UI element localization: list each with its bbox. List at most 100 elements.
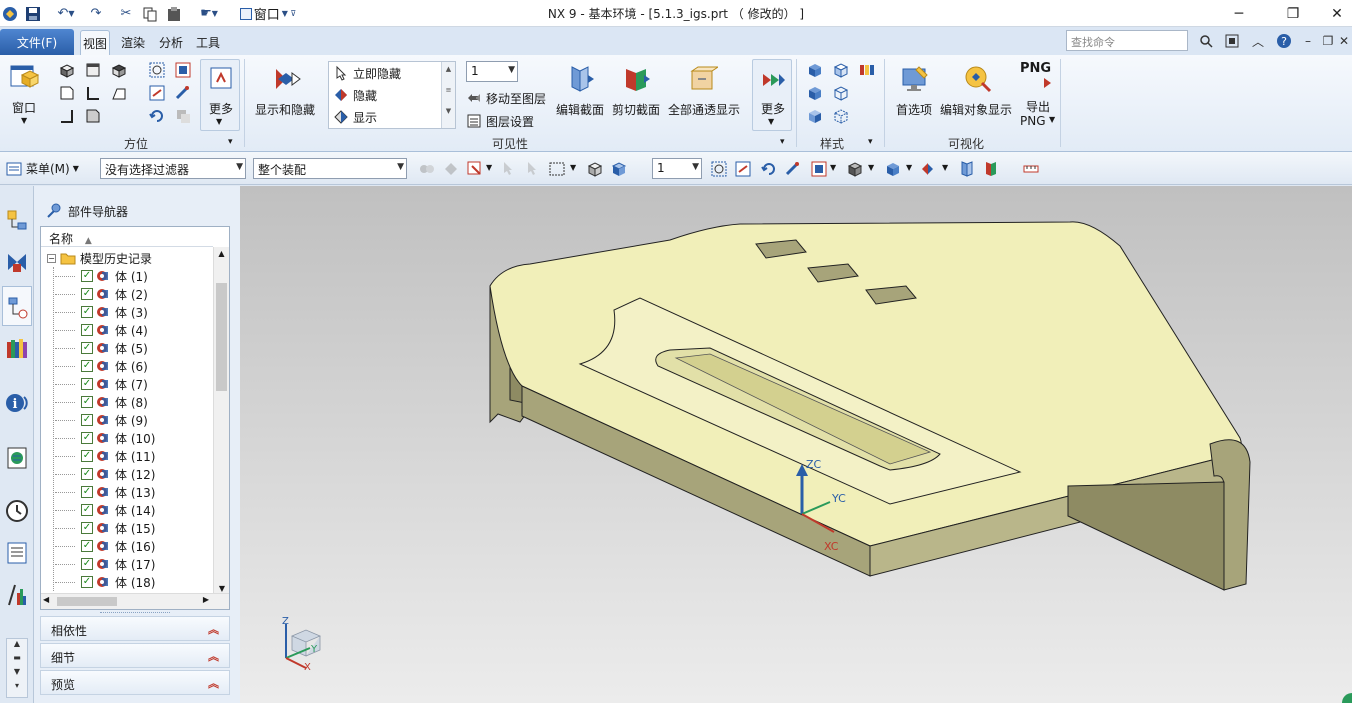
edit-section-button[interactable]: 编辑截面 (554, 59, 606, 119)
move-to-layer-button[interactable]: 移动至图层 (466, 88, 556, 108)
fullscreen-icon[interactable] (1222, 31, 1242, 51)
close-button[interactable]: ✕ (1314, 0, 1352, 27)
snap-icon[interactable] (442, 160, 460, 178)
visibility-checkbox[interactable] (81, 270, 93, 282)
graphics-window[interactable]: ZC YC XC Z Y X (240, 186, 1352, 703)
clip-section-toolbar-icon[interactable] (982, 160, 1000, 178)
tab-view[interactable]: 视图 (80, 30, 110, 55)
tab-render[interactable]: 渲染 (117, 30, 149, 55)
process-studio-icon[interactable] (5, 541, 29, 565)
group-launcher-icon[interactable]: ▾ (228, 137, 233, 147)
tree-body-row[interactable]: 体 (17) (55, 555, 155, 573)
fit-icon[interactable] (148, 61, 166, 79)
visibility-checkbox[interactable] (81, 306, 93, 318)
pick-list-icon[interactable] (524, 160, 542, 178)
render-style-icon[interactable] (846, 160, 864, 178)
shaded-style-icon[interactable] (884, 160, 902, 178)
shaded-icon[interactable] (832, 61, 850, 79)
general-selection-icon[interactable] (418, 160, 436, 178)
fit-view-icon[interactable] (710, 160, 728, 178)
visibility-checkbox[interactable] (81, 288, 93, 300)
face-analysis-icon[interactable] (858, 61, 876, 79)
edit-section-toolbar-icon[interactable] (958, 160, 976, 178)
tree-body-row[interactable]: 体 (16) (55, 537, 155, 555)
preview-panel-header[interactable]: 预览 ︽ (40, 670, 230, 695)
tree-body-row[interactable]: 体 (4) (55, 321, 148, 339)
wireframe-icon[interactable] (806, 84, 824, 102)
visibility-more-button[interactable]: 更多 ▼ (752, 59, 792, 131)
layer-combo[interactable]: 1 ▼ (466, 61, 518, 82)
collapse-ribbon-icon[interactable]: ︿ (1248, 31, 1268, 51)
zoom-area-icon[interactable] (734, 160, 752, 178)
static-wireframe-icon[interactable] (806, 107, 824, 125)
tree-body-row[interactable]: 体 (10) (55, 429, 155, 447)
type-filter-combo[interactable]: 没有选择过滤器 ▼ (100, 158, 246, 179)
pan-icon[interactable] (174, 84, 192, 102)
studio-icon[interactable] (832, 107, 850, 125)
web-browser-icon[interactable] (5, 446, 29, 470)
zoom-window-icon[interactable] (174, 61, 192, 79)
tree-body-row[interactable]: 体 (11) (55, 447, 155, 465)
tree-body-row[interactable]: 体 (3) (55, 303, 148, 321)
dependencies-panel-header[interactable]: 相依性 ︽ (40, 616, 230, 641)
visibility-checkbox[interactable] (81, 450, 93, 462)
visibility-hide[interactable]: 隐藏 (329, 84, 441, 106)
restore-view-icon[interactable] (174, 107, 192, 125)
rotate-view-icon[interactable] (760, 160, 778, 178)
undo-icon[interactable]: ↶ ▼ (52, 4, 80, 23)
selection-scope-combo[interactable]: 整个装配 ▼ (253, 158, 407, 179)
window-menu-button[interactable]: 窗口 ▼ ⊽ (234, 4, 302, 23)
select-all-icon[interactable] (466, 160, 484, 178)
minimize-button[interactable]: ─ (1216, 0, 1262, 27)
visibility-checkbox[interactable] (81, 486, 93, 498)
tree-scroll-thumb[interactable] (216, 283, 227, 391)
tab-file[interactable]: 文件(F) (0, 29, 74, 55)
cursor-pick-icon[interactable] (500, 160, 518, 178)
shaded-with-edges-icon[interactable] (806, 61, 824, 79)
tree-body-row[interactable]: 体 (18) (55, 573, 155, 591)
right-view-icon[interactable] (84, 84, 102, 102)
edit-object-display-button[interactable]: 编辑对象显示 (940, 59, 1016, 119)
window-button[interactable]: 窗口 ▼ (4, 59, 44, 131)
hd3d-tools-icon[interactable]: i (5, 391, 29, 415)
visibility-checkbox[interactable] (81, 558, 93, 570)
tree-column-header[interactable]: 名称 ▲ (41, 227, 213, 247)
orientation-more-button[interactable]: 更多 ▼ (200, 59, 240, 131)
tree-hscroll-thumb[interactable] (57, 597, 117, 606)
visibility-checkbox[interactable] (81, 504, 93, 516)
visibility-checkbox[interactable] (81, 342, 93, 354)
model-canvas[interactable]: ZC YC XC Z Y X (240, 186, 1352, 703)
left-view-icon[interactable] (110, 84, 128, 102)
help-icon[interactable]: ? (1274, 31, 1294, 51)
visibility-list[interactable]: 立即隐藏 隐藏 显示 ▲ ≡ ▼ (328, 61, 456, 129)
export-png-button[interactable]: PNG 导出 PNG ▼ (1018, 59, 1056, 131)
show-all-through-button[interactable]: 全部通透显示 (666, 59, 742, 119)
back-view-icon[interactable] (84, 107, 102, 125)
zoom-icon[interactable] (148, 84, 166, 102)
measure-icon[interactable] (1022, 160, 1040, 178)
tree-body-row[interactable]: 体 (8) (55, 393, 148, 411)
copy-icon[interactable] (140, 4, 160, 23)
visibility-checkbox[interactable] (81, 414, 93, 426)
show-hide-toolbar-icon[interactable] (920, 160, 938, 178)
cut-icon[interactable]: ✂ (116, 4, 136, 23)
tree-body-row[interactable]: 体 (6) (55, 357, 148, 375)
visibility-show[interactable]: 显示 (329, 106, 441, 128)
visibility-checkbox[interactable] (81, 378, 93, 390)
hidden-wireframe-icon[interactable] (832, 84, 850, 102)
ribbon-minimize-icon[interactable]: – (1298, 31, 1318, 51)
isometric-view-icon[interactable] (110, 61, 128, 79)
visibility-hide-now[interactable]: 立即隐藏 (329, 62, 441, 84)
clip-section-button[interactable]: 剪切截面 (610, 59, 662, 119)
group-launcher-icon[interactable]: ▾ (780, 137, 785, 147)
tree-body-row[interactable]: 体 (14) (55, 501, 155, 519)
pan-view-icon[interactable] (784, 160, 802, 178)
panel-splitter[interactable] (100, 612, 170, 615)
restore-button[interactable]: ❐ (1270, 0, 1316, 27)
redo-icon[interactable]: ↷ (86, 4, 106, 23)
resource-bar-scroller[interactable]: ▲ ▬ ▼ ▾ (6, 638, 28, 698)
work-layer-combo[interactable]: 1 ▼ (652, 158, 702, 179)
command-search-input[interactable]: 查找命令 (1066, 30, 1188, 51)
ribbon-close-icon[interactable]: ✕ (1334, 31, 1352, 51)
top-view-icon[interactable] (84, 61, 102, 79)
